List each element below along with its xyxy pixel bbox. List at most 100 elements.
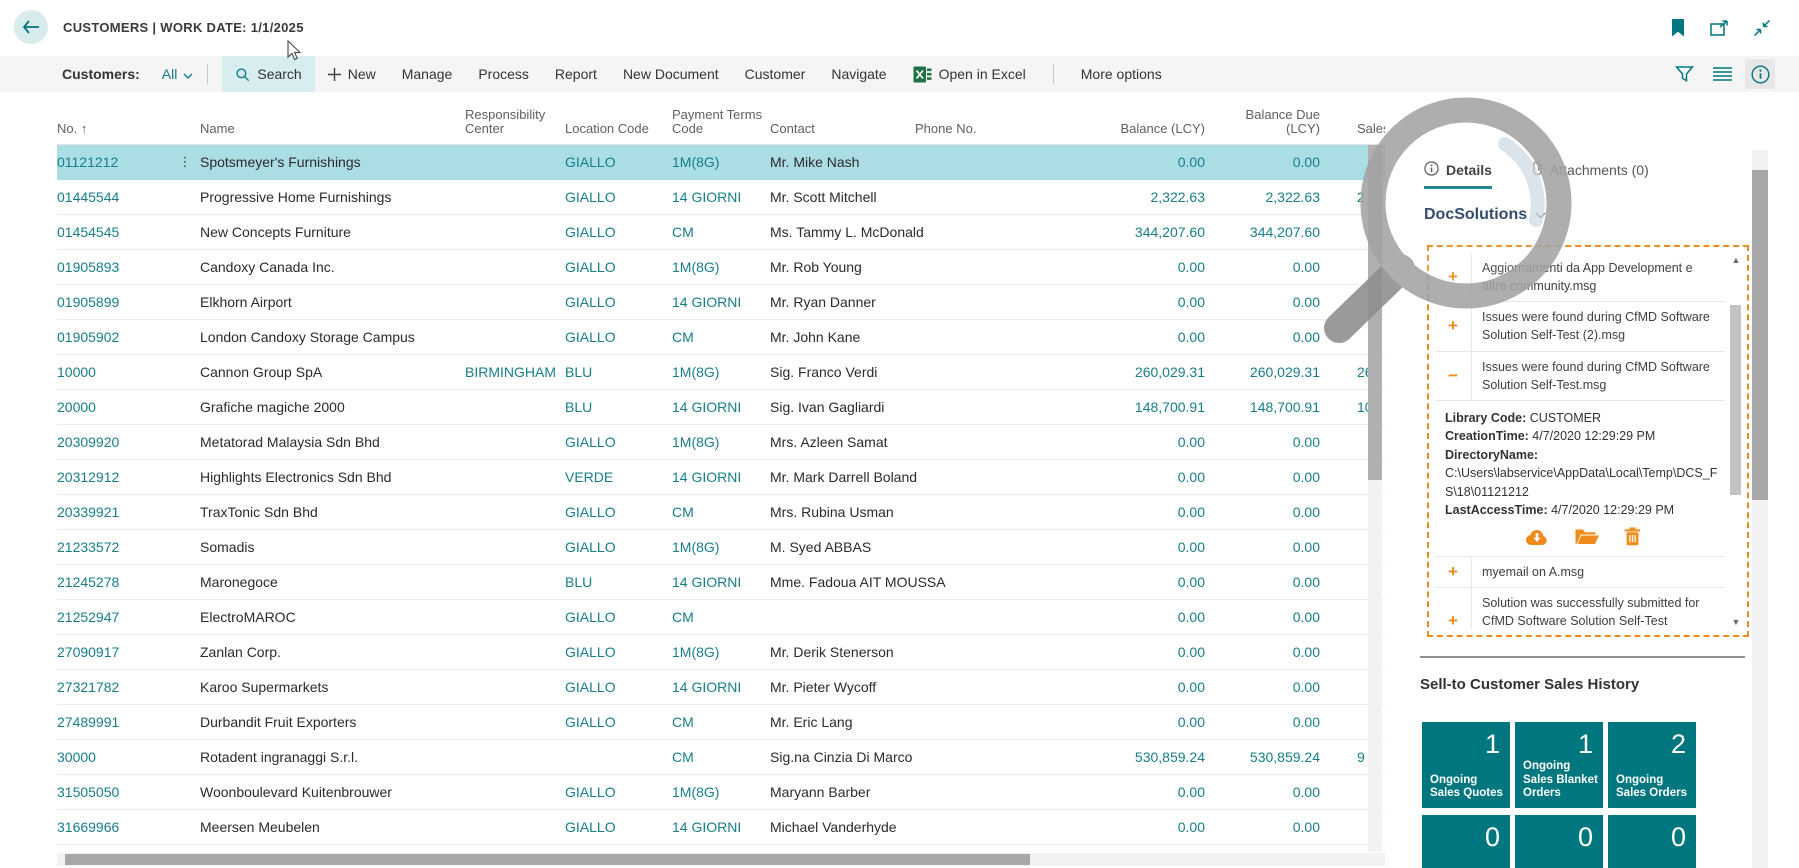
action-navigate[interactable]: Navigate [818, 56, 899, 92]
column-header-phone[interactable]: Phone No. [915, 122, 1015, 144]
table-horizontal-scrollbar-thumb[interactable] [65, 854, 1030, 865]
cell-balance[interactable]: 0.00 [1015, 504, 1215, 520]
table-row[interactable]: 01445544 Progressive Home Furnishings GIAL… [57, 180, 1385, 215]
table-row[interactable]: 01905893 Candoxy Canada Inc. GIALLO 1M(8G) M… [57, 250, 1385, 285]
table-row[interactable]: 20339921 TraxTonic Sdn Bhd GIALLO CM Mrs. Ru… [57, 495, 1385, 530]
collapse-window-icon[interactable] [1752, 18, 1772, 38]
table-row[interactable]: 21252947 ElectroMAROC GIALLO CM 0.00 0.00 [57, 600, 1385, 635]
table-row[interactable]: 01905899 Elkhorn Airport GIALLO 14 GIORNI Mr… [57, 285, 1385, 320]
cell-balance[interactable]: 0.00 [1015, 539, 1215, 555]
cue-tile[interactable]: 1 Ongoing Sales Quotes [1422, 722, 1510, 808]
cell-balance[interactable]: 0.00 [1015, 434, 1215, 450]
cell-no[interactable]: 21252947 [57, 609, 170, 625]
cell-no[interactable]: 27321782 [57, 679, 170, 695]
table-row[interactable]: 20309920 Metatorad Malaysia Sdn Bhd GIALLO… [57, 425, 1385, 460]
cell-no[interactable]: 01445544 [57, 189, 170, 205]
tab-attachments-0-[interactable]: Attachments (0) [1532, 160, 1649, 189]
cell-due[interactable]: 0.00 [1215, 469, 1330, 485]
cell-no[interactable]: 30000 [57, 749, 170, 765]
cell-no[interactable]: 31505050 [57, 784, 170, 800]
cell-balance[interactable]: 260,029.31 [1015, 364, 1215, 380]
cell-due[interactable]: 0.00 [1215, 329, 1330, 345]
cell-due[interactable]: 344,207.60 [1215, 224, 1330, 240]
action-customer[interactable]: Customer [732, 56, 819, 92]
file-row[interactable]: + Solution was successfully submitted for… [1435, 587, 1725, 629]
docsolutions-section-header[interactable]: DocSolutions [1424, 206, 1546, 224]
table-row[interactable]: 27090917 Zanlan Corp. GIALLO 1M(8G) Mr. Deri… [57, 635, 1385, 670]
column-header-sales[interactable]: Sales [1330, 122, 1385, 144]
cell-no[interactable]: 21245278 [57, 574, 170, 590]
row-menu-icon[interactable]: ⋮ [170, 154, 200, 170]
cell-no[interactable]: 01121212 [57, 154, 170, 170]
cell-no[interactable]: 01905893 [57, 259, 170, 275]
cell-balance[interactable]: 530,859.24 [1015, 749, 1215, 765]
cell-no[interactable]: 27090917 [57, 644, 170, 660]
table-row[interactable]: 01905902 London Candoxy Storage Campus GIA… [57, 320, 1385, 355]
bookmark-icon[interactable] [1668, 18, 1688, 38]
cell-due[interactable]: 0.00 [1215, 714, 1330, 730]
collapse-file-icon[interactable]: − [1435, 351, 1472, 400]
back-button[interactable] [14, 10, 48, 44]
file-row[interactable]: − Issues were found during CfMD Software … [1435, 351, 1725, 401]
scroll-down-icon[interactable]: ▼ [1731, 617, 1741, 627]
column-header-due[interactable]: Balance Due (LCY) [1215, 107, 1330, 144]
table-row[interactable]: 01121212 ⋮ Spotsmeyer's Furnishings GIALLO 1… [57, 145, 1385, 180]
cell-balance[interactable]: 0.00 [1015, 154, 1215, 170]
cell-no[interactable]: 20000 [57, 399, 170, 415]
cell-balance[interactable]: 0.00 [1015, 609, 1215, 625]
table-row[interactable]: 20000 Grafiche magiche 2000 BLU 14 GIORNI Si… [57, 390, 1385, 425]
delete-file-icon[interactable] [1624, 527, 1641, 546]
expand-file-icon[interactable]: + [1435, 253, 1472, 302]
table-row[interactable]: 21233572 Somadis GIALLO 1M(8G) M. Syed ABBAS… [57, 530, 1385, 565]
view-filter-dropdown[interactable]: All [162, 66, 194, 82]
file-list-scrollbar-thumb[interactable] [1730, 305, 1741, 495]
open-folder-icon[interactable] [1574, 527, 1600, 546]
cue-tile[interactable]: 0 [1422, 815, 1510, 868]
cell-balance[interactable]: 0.00 [1015, 574, 1215, 590]
table-row[interactable]: 27321782 Karoo Supermarkets GIALLO 14 GIORN… [57, 670, 1385, 705]
cell-due[interactable]: 260,029.31 [1215, 364, 1330, 380]
action-report[interactable]: Report [542, 56, 610, 92]
table-row[interactable]: 31505050 Woonboulevard Kuitenbrouwer GIALL… [57, 775, 1385, 810]
column-header-menu[interactable] [170, 137, 200, 144]
table-row[interactable]: 01454545 New Concepts Furniture GIALLO CM Ms… [57, 215, 1385, 250]
file-row[interactable]: + Aggiornamenti da App Development e altr… [1435, 253, 1725, 303]
cell-no[interactable]: 20309920 [57, 434, 170, 450]
file-row[interactable]: + myemail on A.msg [1435, 556, 1725, 588]
download-file-icon[interactable] [1524, 527, 1550, 546]
table-row[interactable]: 31669966 Meersen Meubelen GIALLO 14 GIORNI M… [57, 810, 1385, 845]
cell-no[interactable]: 01454545 [57, 224, 170, 240]
column-header-loc[interactable]: Location Code [565, 122, 672, 144]
cell-due[interactable]: 0.00 [1215, 434, 1330, 450]
cell-due[interactable]: 0.00 [1215, 539, 1330, 555]
column-header-terms[interactable]: Payment Terms Code [672, 107, 770, 144]
cell-due[interactable]: 530,859.24 [1215, 749, 1330, 765]
cell-due[interactable]: 0.00 [1215, 644, 1330, 660]
action-open-in-excel[interactable]: Open in Excel [900, 56, 1039, 92]
table-row[interactable]: 21245278 Maronegoce BLU 14 GIORNI Mme. Fadou… [57, 565, 1385, 600]
cell-balance[interactable]: 0.00 [1015, 469, 1215, 485]
cell-no[interactable]: 10000 [57, 364, 170, 380]
cell-due[interactable]: 2,322.63 [1215, 189, 1330, 205]
table-horizontal-scrollbar[interactable] [57, 853, 1385, 866]
cell-due[interactable]: 0.00 [1215, 679, 1330, 695]
table-row[interactable]: 27489991 Durbandit Fruit Exporters GIALLO C… [57, 705, 1385, 740]
cue-tile[interactable]: 0 [1608, 815, 1696, 868]
table-vertical-scrollbar[interactable] [1368, 145, 1382, 852]
cell-due[interactable]: 0.00 [1215, 294, 1330, 310]
cell-due[interactable]: 0.00 [1215, 154, 1330, 170]
table-row[interactable]: 30000 Rotadent ingranaggi S.r.l. CM Sig.na … [57, 740, 1385, 775]
factbox-scrollbar-thumb[interactable] [1752, 170, 1768, 500]
file-list-scrollbar[interactable]: ▲ ▼ [1729, 253, 1743, 629]
column-header-resp[interactable]: Responsibility Center [465, 107, 565, 144]
action-new[interactable]: New [315, 56, 389, 92]
cell-no[interactable]: 20312912 [57, 469, 170, 485]
cell-balance[interactable]: 0.00 [1015, 679, 1215, 695]
column-header-name[interactable]: Name [200, 122, 465, 144]
cell-due[interactable]: 0.00 [1215, 504, 1330, 520]
cell-balance[interactable]: 0.00 [1015, 294, 1215, 310]
cue-tile[interactable]: 2 Ongoing Sales Orders [1608, 722, 1696, 808]
action-new-document[interactable]: New Document [610, 56, 732, 92]
action-more-options[interactable]: More options [1068, 56, 1175, 92]
action-process[interactable]: Process [465, 56, 542, 92]
